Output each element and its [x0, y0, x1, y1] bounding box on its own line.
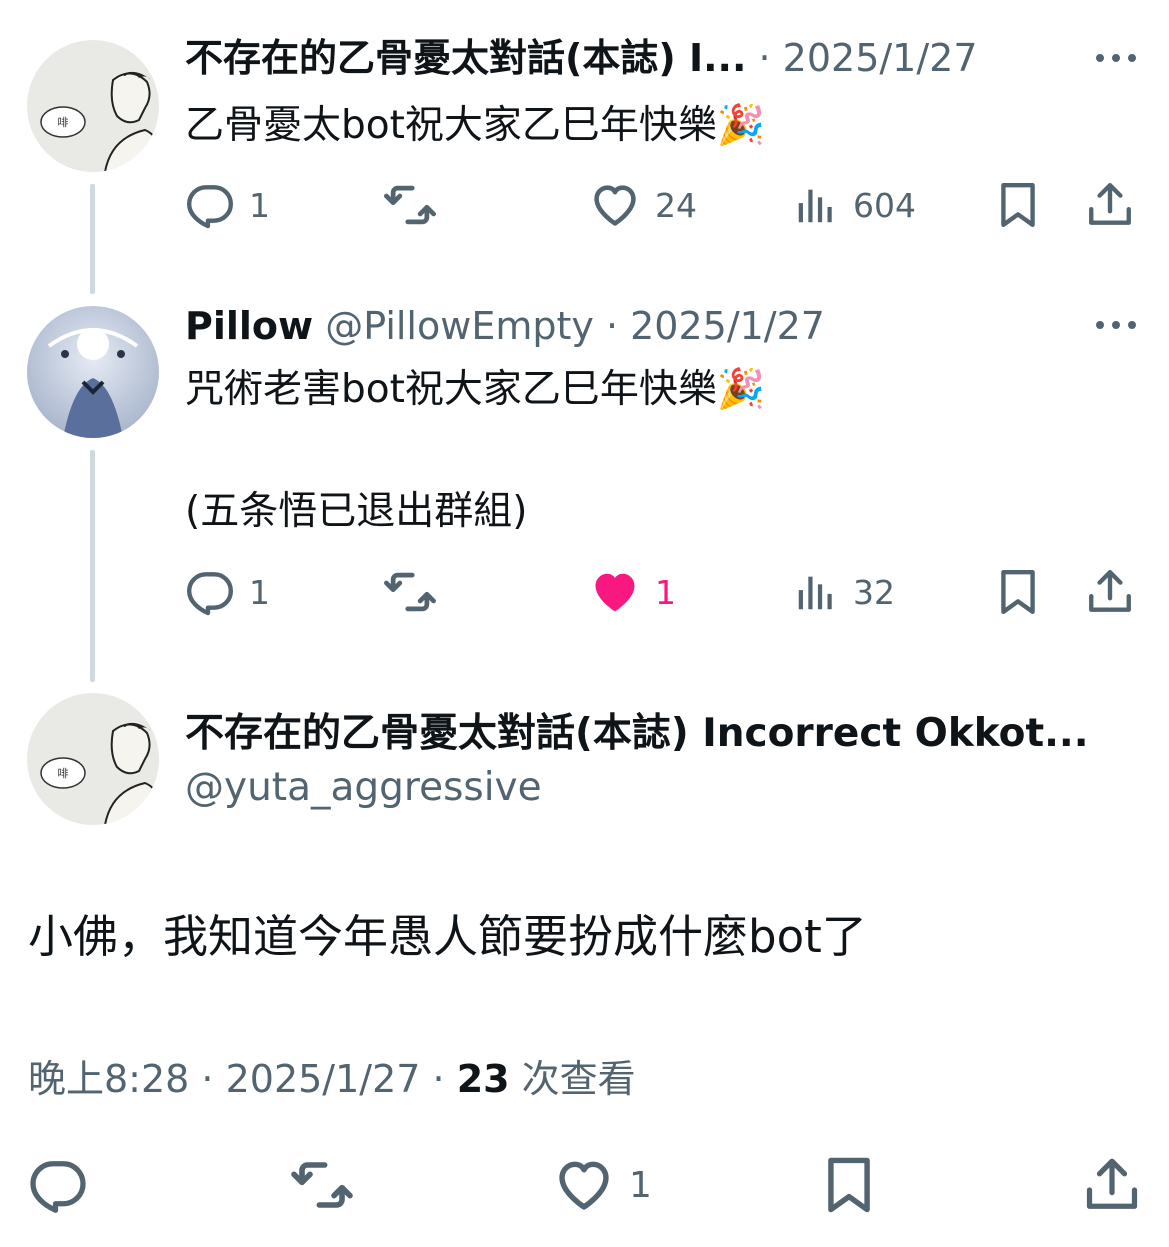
like-count: 24 — [655, 185, 697, 225]
separator: · — [593, 304, 631, 348]
share-icon — [1082, 1155, 1142, 1215]
views-icon — [793, 182, 839, 228]
reply-icon — [28, 1155, 88, 1215]
avatar[interactable] — [27, 306, 159, 438]
share-button[interactable] — [1085, 175, 1135, 235]
like-count: 1 — [655, 572, 676, 612]
views-icon — [793, 569, 839, 615]
bookmark-button[interactable] — [993, 562, 1043, 622]
tweet-date[interactable]: 2025/1/27 — [630, 304, 825, 348]
views-count: 23 — [456, 1057, 510, 1101]
user-handle[interactable]: @yuta_aggressive — [185, 760, 542, 816]
reply-button[interactable]: 1 — [185, 562, 270, 622]
bookmark-icon — [993, 180, 1043, 230]
more-icon[interactable] — [1093, 48, 1139, 68]
retweet-icon — [383, 178, 437, 232]
thread-line — [90, 450, 95, 682]
share-icon — [1085, 567, 1135, 617]
tweet-header: 不存在的乙骨憂太對話(本誌) I... · 2025/1/27 — [185, 32, 1065, 84]
like-icon — [553, 1154, 615, 1216]
tweet-actions: 1 24 604 — [185, 175, 1145, 235]
tweet-date[interactable]: 2025/1/27 — [226, 1057, 421, 1101]
display-name[interactable]: 不存在的乙骨憂太對話(本誌) I... — [185, 36, 746, 80]
reply-icon — [185, 567, 235, 617]
display-name[interactable]: Pillow — [185, 304, 313, 348]
main-tweet-actions: 1 — [0, 1150, 1169, 1220]
like-button[interactable]: 1 — [589, 562, 676, 622]
bookmark-button[interactable] — [818, 1150, 880, 1220]
main-tweet-text: 小佛，我知道今年愚人節要扮成什麼bot了 — [28, 910, 867, 963]
separator: · — [746, 36, 783, 80]
tweet-date[interactable]: 2025/1/27 — [783, 36, 978, 80]
tweet-text: 乙骨憂太bot祝大家乙巳年快樂🎉 — [185, 103, 766, 148]
views-button[interactable]: 604 — [793, 175, 916, 235]
views-button[interactable]: 32 — [793, 562, 895, 622]
like-button[interactable]: 1 — [553, 1150, 652, 1220]
avatar[interactable]: 啡 — [27, 693, 159, 825]
tweet-time[interactable]: 晚上8:28 — [28, 1057, 189, 1101]
share-icon — [1085, 180, 1135, 230]
like-icon — [589, 179, 641, 231]
reply-icon — [185, 180, 235, 230]
reply-count: 1 — [249, 185, 270, 225]
like-count: 1 — [629, 1164, 652, 1206]
thread-line — [90, 184, 95, 294]
svg-text:啡: 啡 — [58, 767, 69, 780]
views-label: 次查看 — [509, 1057, 636, 1101]
bookmark-icon — [993, 567, 1043, 617]
retweet-icon — [290, 1153, 354, 1217]
share-button[interactable] — [1085, 562, 1135, 622]
like-icon — [589, 566, 641, 618]
avatar[interactable]: 啡 — [27, 40, 159, 172]
tweet-text-line-1: 咒術老害bot祝大家乙巳年快樂🎉 — [185, 367, 766, 412]
tweet-header: Pillow @PillowEmpty · 2025/1/27 — [185, 300, 1065, 352]
like-button[interactable]: 24 — [589, 175, 697, 235]
reply-count: 1 — [249, 572, 270, 612]
retweet-button[interactable] — [290, 1150, 354, 1220]
bookmark-button[interactable] — [993, 175, 1043, 235]
bookmark-icon — [818, 1154, 880, 1216]
tweet-timestamp: 晚上8:28 · 2025/1/27 · 23 次查看 — [28, 1057, 636, 1101]
more-icon[interactable] — [1093, 315, 1139, 335]
svg-text:啡: 啡 — [58, 116, 69, 129]
views-count: 604 — [853, 185, 916, 225]
reply-button[interactable]: 1 — [185, 175, 270, 235]
display-name[interactable]: 不存在的乙骨憂太對話(本誌) Incorrect Okkot... — [185, 706, 1140, 762]
reply-button[interactable] — [28, 1150, 88, 1220]
retweet-button[interactable] — [383, 562, 437, 622]
views-count: 32 — [853, 572, 895, 612]
retweet-icon — [383, 565, 437, 619]
user-handle[interactable]: @PillowEmpty — [325, 304, 594, 348]
tweet-actions: 1 1 32 — [185, 562, 1145, 622]
retweet-button[interactable] — [383, 175, 437, 235]
share-button[interactable] — [1082, 1150, 1142, 1220]
tweet-text-line-2: (五条悟已退出群組) — [185, 489, 528, 534]
